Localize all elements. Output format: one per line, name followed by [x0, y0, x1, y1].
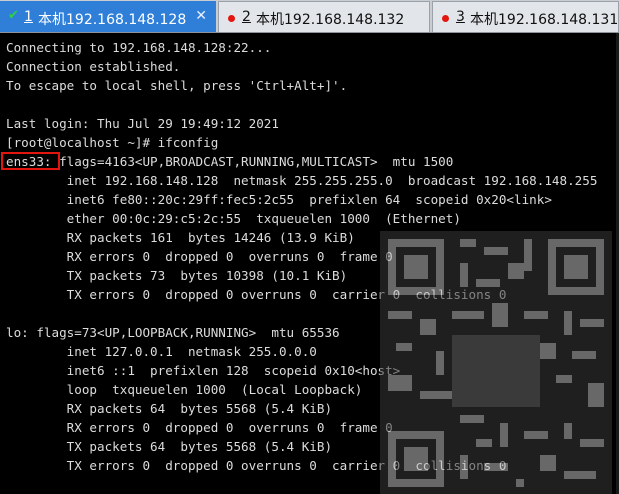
disconnected-dot-icon	[228, 15, 235, 22]
tab-session-1[interactable]: ✔ 1 本机192.168.148.128 ✕	[0, 1, 216, 32]
terminal-line: ether 00:0c:29:c5:2c:55 txqueuelen 1000 …	[6, 211, 461, 226]
terminal-line: inet6 fe80::20c:29ff:fec5:2c55 prefixlen…	[6, 192, 552, 207]
tab-title: 本机192.168.148.131	[470, 12, 619, 28]
tab-index: 3	[456, 9, 465, 25]
tab-session-3[interactable]: 3 本机192.168.148.131	[432, 1, 619, 32]
tab-title: 本机192.168.148.128	[38, 12, 187, 28]
terminal-line: RX errors 0 dropped 0 overruns 0 frame 0	[6, 420, 393, 435]
tab-index: 1	[24, 9, 33, 25]
close-icon[interactable]: ✕	[195, 8, 207, 24]
terminal-line: inet 192.168.148.128 netmask 255.255.255…	[6, 173, 598, 188]
tab-title: 本机192.168.148.132	[256, 12, 405, 28]
terminal-output[interactable]: Connecting to 192.168.148.128:22... Conn…	[0, 33, 619, 494]
highlight-box	[1, 152, 60, 170]
terminal-line: Connecting to 192.168.148.128:22...	[6, 40, 272, 55]
terminal-line: TX packets 64 bytes 5568 (5.4 KiB)	[6, 439, 333, 454]
terminal-line: To escape to local shell, press 'Ctrl+Al…	[6, 78, 348, 93]
terminal-line: RX errors 0 dropped 0 overruns 0 frame 0	[6, 249, 393, 264]
qr-code-watermark	[380, 231, 612, 494]
terminal-line: RX packets 161 bytes 14246 (13.9 KiB)	[6, 230, 355, 245]
tab-bar: ✔ 1 本机192.168.148.128 ✕ 2 本机192.168.148.…	[0, 0, 619, 33]
terminal-line: ens33: flags=4163<UP,BROADCAST,RUNNING,M…	[6, 154, 454, 169]
terminal-line: Last login: Thu Jul 29 19:49:12 2021	[6, 116, 279, 131]
connected-check-icon: ✔	[8, 8, 19, 23]
tab-index: 2	[242, 9, 251, 25]
disconnected-dot-icon	[442, 15, 449, 22]
terminal-line: loop txqueuelen 1000 (Local Loopback)	[6, 382, 363, 397]
terminal-line: RX packets 64 bytes 5568 (5.4 KiB)	[6, 401, 333, 416]
terminal-line: TX packets 73 bytes 10398 (10.1 KiB)	[6, 268, 348, 283]
terminal-line: [root@localhost ~]# ifconfig	[6, 135, 219, 150]
tab-session-2[interactable]: 2 本机192.168.148.132	[218, 1, 430, 32]
terminal-line: Connection established.	[6, 59, 181, 74]
terminal-line: inet 127.0.0.1 netmask 255.0.0.0	[6, 344, 317, 359]
terminal-line: inet6 ::1 prefixlen 128 scopeid 0x10<hos…	[6, 363, 401, 378]
terminal-line: lo: flags=73<UP,LOOPBACK,RUNNING> mtu 65…	[6, 325, 340, 340]
